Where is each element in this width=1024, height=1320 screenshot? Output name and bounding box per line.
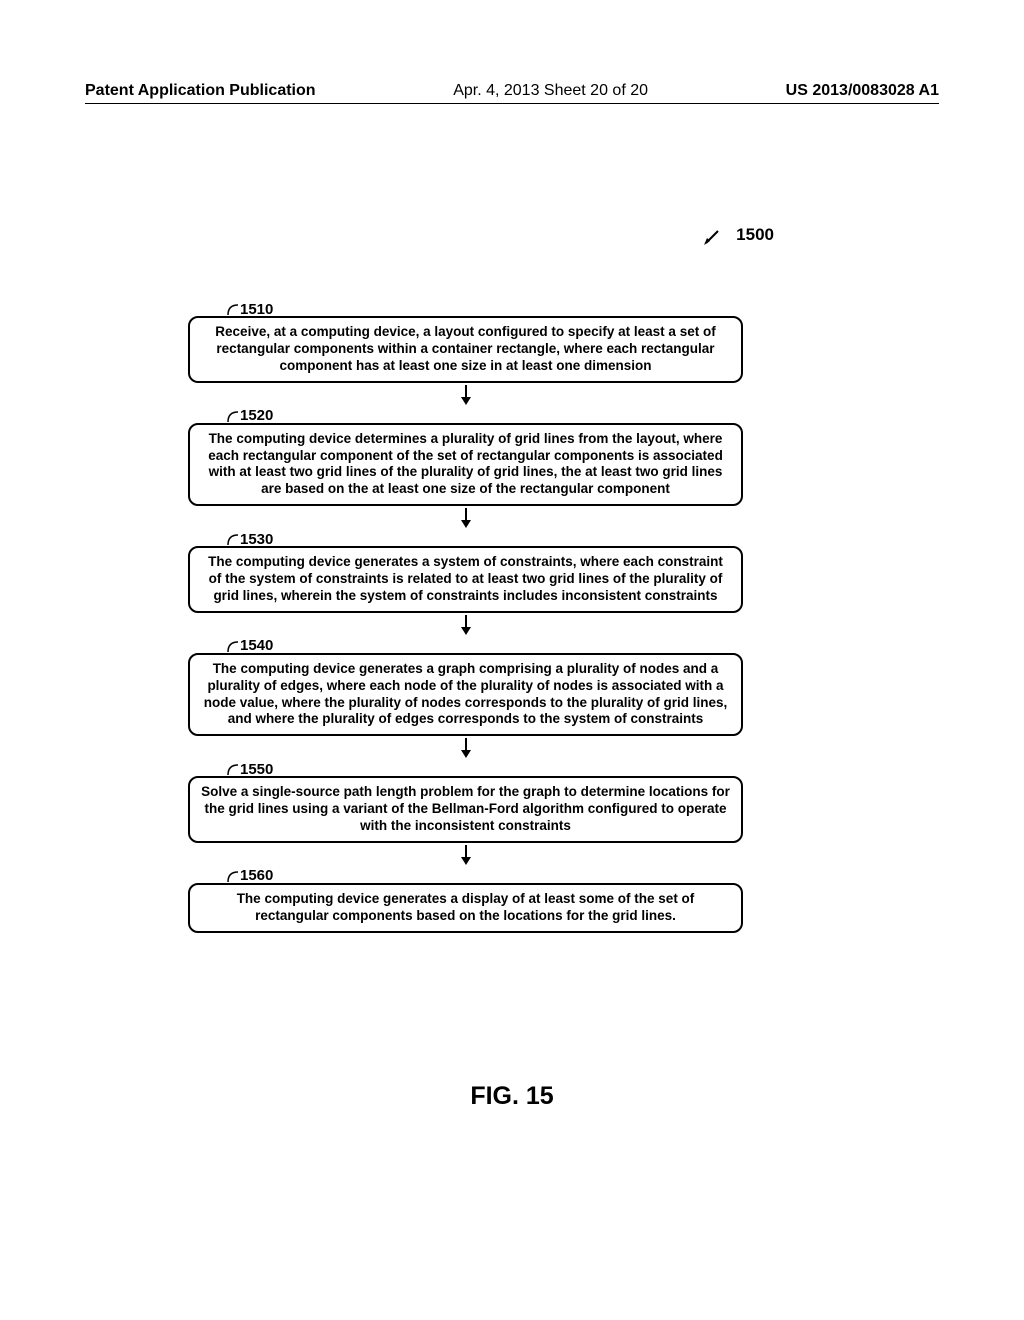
header-left: Patent Application Publication: [85, 82, 316, 100]
curve-icon: [226, 762, 238, 776]
page-header: Patent Application Publication Apr. 4, 2…: [85, 82, 939, 104]
label-num: 1530: [240, 531, 273, 548]
flow-box-1520: The computing device determines a plural…: [188, 423, 743, 507]
curve-icon: [226, 302, 238, 316]
flow-box-1540: The computing device generates a graph c…: [188, 653, 743, 737]
header-center: Apr. 4, 2013 Sheet 20 of 20: [453, 82, 648, 100]
curve-icon: [226, 409, 238, 423]
curve-icon: [226, 869, 238, 883]
label-num: 1560: [240, 867, 273, 884]
label-num: 1550: [240, 761, 273, 778]
pointer-arrow-icon: [704, 225, 722, 245]
box-label-1520: 1520: [226, 407, 743, 425]
flow-box-1530: The computing device generates a system …: [188, 546, 743, 613]
arrow-down-icon: [188, 385, 743, 405]
flow-box-1560: The computing device generates a display…: [188, 883, 743, 933]
curve-icon: [226, 639, 238, 653]
flow-box-1550: Solve a single-source path length proble…: [188, 776, 743, 843]
curve-icon: [226, 532, 238, 546]
label-num: 1510: [240, 301, 273, 318]
arrow-down-icon: [188, 508, 743, 528]
header-right: US 2013/0083028 A1: [786, 82, 939, 100]
arrow-down-icon: [188, 845, 743, 865]
label-num: 1540: [240, 637, 273, 654]
flowchart: 1510 Receive, at a computing device, a l…: [188, 300, 743, 933]
arrow-down-icon: [188, 738, 743, 758]
figure-caption: FIG. 15: [0, 1082, 1024, 1111]
arrow-down-icon: [188, 615, 743, 635]
flow-box-1510: Receive, at a computing device, a layout…: [188, 316, 743, 383]
label-num: 1520: [240, 407, 273, 424]
page: Patent Application Publication Apr. 4, 2…: [0, 0, 1024, 1320]
figure-main-label: 1500: [736, 225, 774, 245]
